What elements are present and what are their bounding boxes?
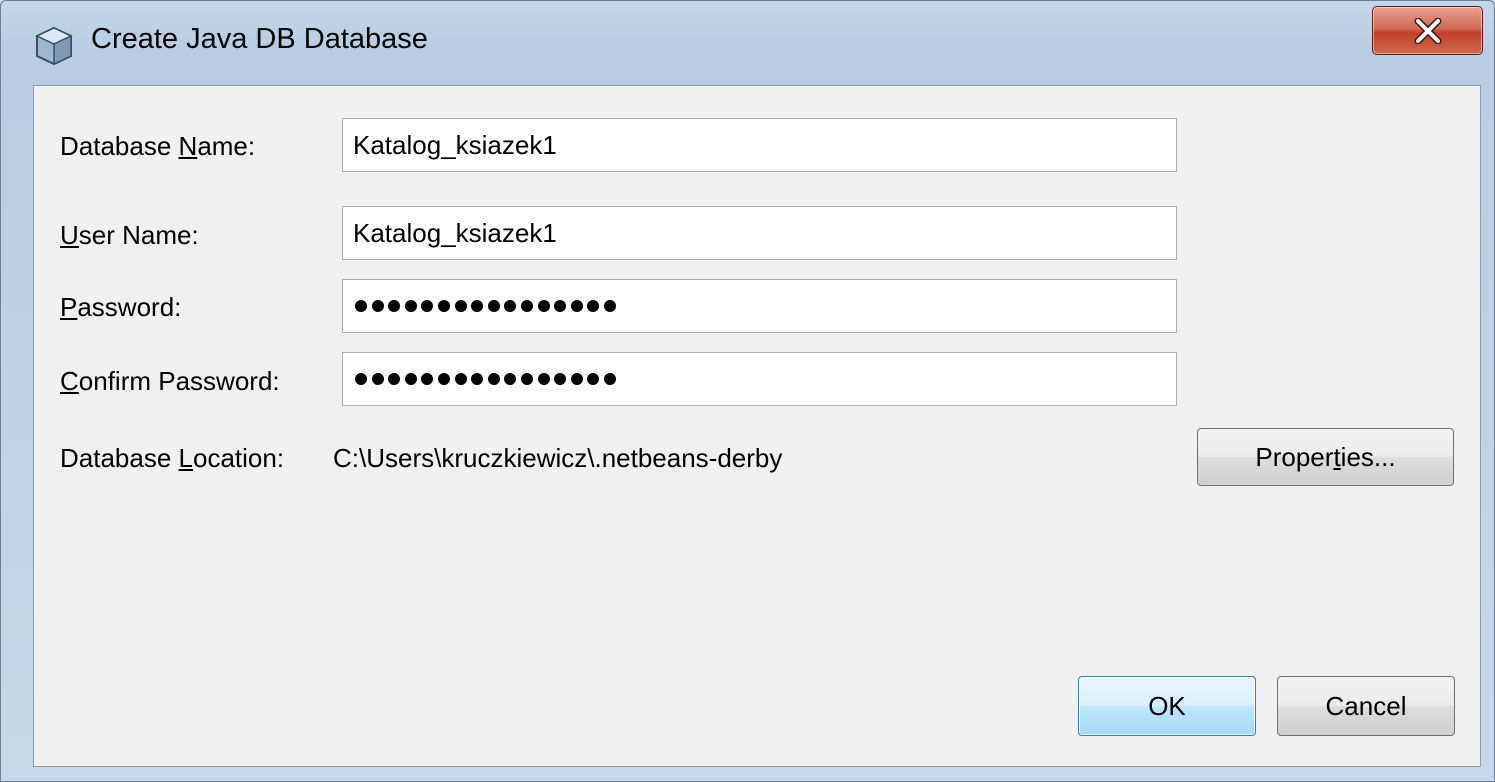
database-location-value: C:\Users\kruczkiewicz\.netbeans-derby (333, 443, 783, 473)
password-mask-dot (454, 300, 467, 312)
password-mask-dot (504, 373, 517, 385)
user-name-label: User Name: (60, 220, 199, 250)
password-mask-dot (554, 300, 567, 312)
password-mask-dot (570, 373, 583, 385)
password-mask-dot (504, 300, 517, 312)
password-mask-dot (520, 300, 533, 312)
password-mask-dot (371, 300, 384, 312)
title-bar[interactable]: Create Java DB Database (1, 1, 1494, 85)
password-mask-dot (603, 300, 616, 312)
password-mask-dot (437, 373, 450, 385)
password-mask-dot (454, 373, 467, 385)
password-mask-dot (587, 300, 600, 312)
password-mask-dot (355, 300, 367, 312)
password-mask-dot (404, 300, 417, 312)
confirm-password-label: Confirm Password: (60, 366, 280, 396)
java-db-cube-icon (33, 25, 75, 67)
confirm-password-input[interactable] (342, 352, 1177, 406)
password-label: Password: (60, 292, 182, 322)
dialog-window: Create Java DB Database Database Name: K… (0, 0, 1495, 782)
password-mask-dot (421, 373, 434, 385)
properties-button[interactable]: Proper t ies... (1197, 428, 1454, 486)
database-location-label: Database Location: (60, 443, 285, 473)
password-mask-dot (471, 373, 484, 385)
password-mask-dot (554, 373, 567, 385)
cancel-button[interactable]: Cancel (1277, 676, 1455, 736)
password-mask-dot (570, 300, 583, 312)
password-mask-dot (421, 300, 434, 312)
password-mask-dot (355, 373, 367, 385)
ok-button[interactable]: OK (1078, 676, 1256, 736)
close-x-icon (1413, 17, 1443, 44)
password-mask-dot (471, 300, 484, 312)
user-name-input[interactable]: Katalog_ksiazek1 (342, 206, 1177, 260)
password-mask-dot (520, 373, 533, 385)
database-name-input[interactable]: Katalog_ksiazek1 (342, 118, 1177, 172)
close-button[interactable] (1372, 6, 1483, 55)
password-mask-dot (437, 300, 450, 312)
password-mask-dot (487, 373, 500, 385)
password-mask-dot (388, 300, 401, 312)
password-mask-dot (603, 373, 616, 385)
password-mask-dot (487, 300, 500, 312)
database-name-label: Database Name: (60, 131, 256, 161)
password-mask-dot (537, 300, 550, 312)
dialog-content: Database Name: Katalog_ksiazek1 User Nam… (33, 85, 1481, 767)
password-mask-dot (388, 373, 401, 385)
password-mask-dot (587, 373, 600, 385)
password-mask-dot (371, 373, 384, 385)
password-input[interactable] (342, 279, 1177, 333)
window-title: Create Java DB Database (91, 23, 428, 55)
password-mask-dot (404, 373, 417, 385)
password-mask-dot (537, 373, 550, 385)
